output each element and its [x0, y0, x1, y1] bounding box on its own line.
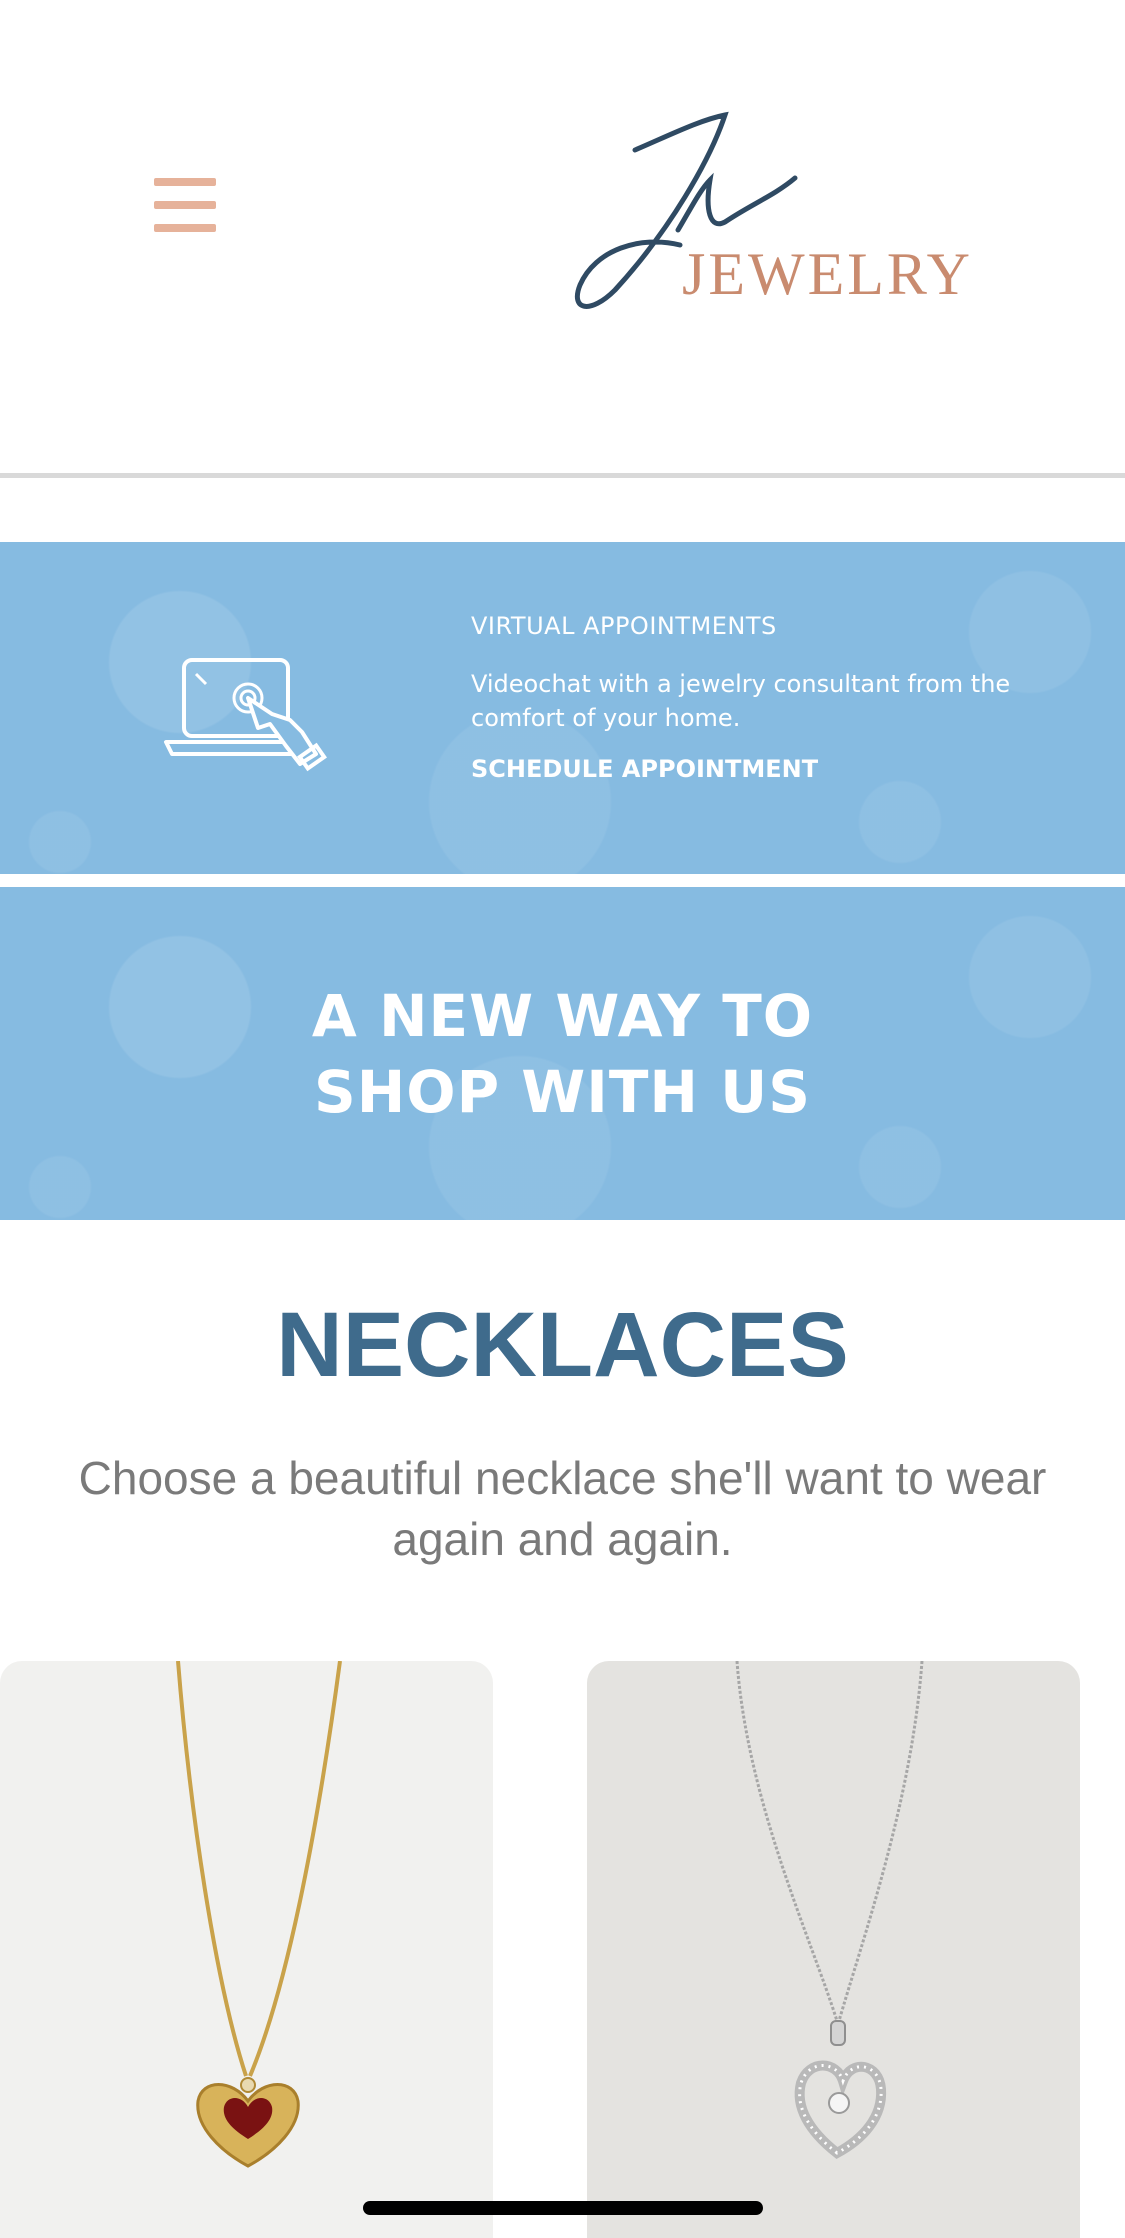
silver-heart-necklace-image	[735, 1661, 924, 2159]
section-description: Choose a beautiful necklace she'll want …	[78, 1452, 1047, 1565]
page: JEWELRY VIRTUAL APPOINTMENTS Videochat w…	[0, 0, 1125, 2238]
logo-wordmark: JEWELRY	[682, 240, 973, 309]
laptop-touch-icon	[164, 658, 327, 772]
schedule-appointment-link[interactable]: SCHEDULE APPOINTMENT	[471, 755, 818, 783]
appointment-title: VIRTUAL APPOINTMENTS	[471, 612, 777, 640]
gold-heart-necklace-image	[176, 1661, 342, 2168]
shop-banner-line-2: SHOP WITH US	[313, 1058, 812, 1126]
new-way-to-shop-banner[interactable]: A NEW WAY TO SHOP WITH US	[0, 887, 1125, 1220]
hamburger-menu-icon[interactable]	[154, 178, 216, 232]
shop-banner-heading: A NEW WAY TO SHOP WITH US	[0, 978, 1125, 1130]
product-card[interactable]	[587, 1661, 1080, 2238]
section-title: NECKLACES	[276, 1294, 849, 1396]
appointment-text-block: VIRTUAL APPOINTMENTS Videochat with a je…	[471, 612, 1071, 783]
header-divider	[0, 473, 1125, 478]
product-card[interactable]	[0, 1661, 493, 2238]
menu-line	[154, 178, 216, 186]
menu-line	[154, 224, 216, 232]
logo-wordmark-text: JEWELRY	[682, 241, 973, 307]
brand-logo[interactable]: JEWELRY	[560, 100, 970, 320]
virtual-appointments-banner[interactable]: VIRTUAL APPOINTMENTS Videochat with a je…	[0, 542, 1125, 874]
menu-line	[154, 201, 216, 209]
appointment-description: Videochat with a jewelry consultant from…	[471, 669, 1011, 732]
site-header: JEWELRY	[0, 0, 1125, 476]
home-indicator[interactable]	[363, 2201, 763, 2215]
shop-banner-line-1: A NEW WAY TO	[311, 982, 814, 1050]
